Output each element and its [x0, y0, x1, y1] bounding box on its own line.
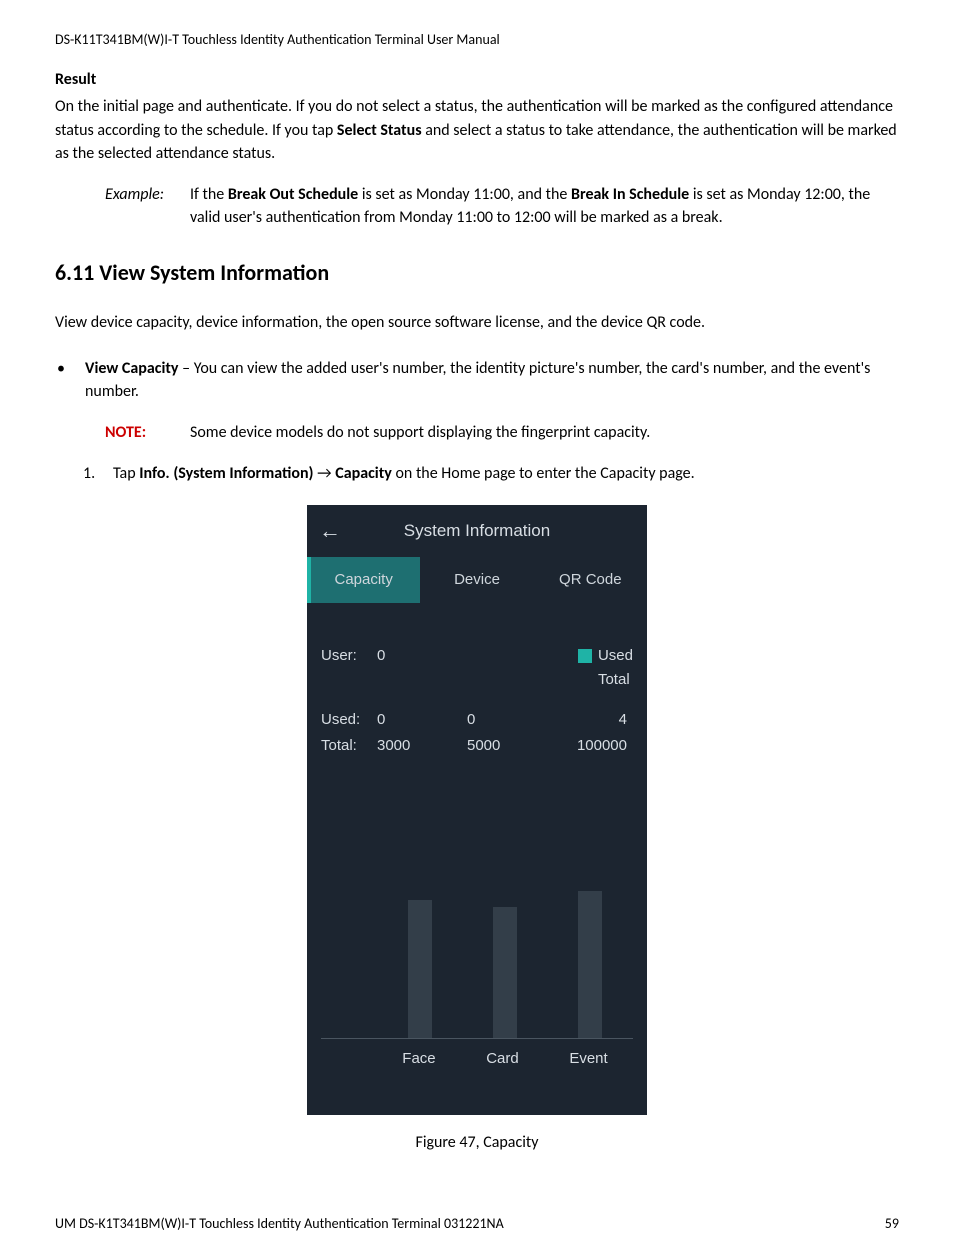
note-label: NOTE:	[105, 421, 190, 444]
device-screenshot: ← System Information Capacity Device QR …	[307, 505, 647, 1115]
note-text: Some device models do not support displa…	[190, 421, 899, 444]
device-body: User: 0 Used Total Used: 0 0 4 Total: 30…	[307, 603, 647, 756]
break-in-bold: Break In Schedule	[571, 185, 689, 204]
used-label: Used:	[321, 709, 377, 731]
user-row: User: 0 Used Total	[321, 645, 633, 691]
info-bold: Info. (System Information)	[139, 464, 313, 483]
total-row: Total: 3000 5000 100000	[321, 735, 633, 757]
arrow: →	[314, 464, 336, 483]
legend-total-label: Total	[598, 669, 630, 691]
text: is set as Monday 11:00, and the	[358, 185, 571, 204]
result-heading: Result	[55, 68, 899, 91]
page-footer: UM DS-K1T341BM(W)I-T Touchless Identity …	[55, 1214, 899, 1234]
example-block: Example: If the Break Out Schedule is se…	[105, 183, 899, 229]
tab-device[interactable]: Device	[420, 557, 533, 603]
select-status-bold: Select Status	[337, 121, 422, 140]
tab-qrcode[interactable]: QR Code	[534, 557, 647, 603]
chart-axis: Face Card Event	[321, 1048, 633, 1070]
footer-left: UM DS-K1T341BM(W)I-T Touchless Identity …	[55, 1214, 504, 1234]
legend: Used Total	[578, 645, 633, 691]
break-out-bold: Break Out Schedule	[228, 185, 358, 204]
legend-used: Used	[578, 645, 633, 667]
step-item: 1. Tap Info. (System Information) → Capa…	[83, 462, 899, 485]
chart-bars	[377, 865, 633, 1038]
legend-total: Total	[578, 669, 633, 691]
tab-capacity[interactable]: Capacity	[307, 557, 420, 603]
bullet-marker: •	[55, 357, 85, 403]
device-header: ← System Information	[307, 505, 647, 557]
page-header: DS-K11T341BM(W)I-T Touchless Identity Au…	[55, 30, 899, 50]
total-event: 100000	[551, 735, 633, 757]
view-capacity-bold: View Capacity	[85, 359, 179, 378]
figure: ← System Information Capacity Device QR …	[55, 505, 899, 1115]
example-text: If the Break Out Schedule is set as Mond…	[190, 183, 899, 229]
bar-card	[493, 907, 517, 1038]
total-face: 3000	[377, 735, 467, 757]
result-paragraph: On the initial page and authenticate. If…	[55, 95, 899, 165]
section-heading: 6.11 View System Information	[55, 257, 899, 289]
text: – You can view the added user's number, …	[85, 359, 870, 401]
used-row: Used: 0 0 4	[321, 709, 633, 731]
bullet-item: • View Capacity – You can view the added…	[55, 357, 899, 403]
total-card: 5000	[467, 735, 551, 757]
total-label: Total:	[321, 735, 377, 757]
section-intro: View device capacity, device information…	[55, 311, 899, 334]
used-event: 4	[551, 709, 633, 731]
legend-used-icon	[578, 649, 592, 663]
example-label: Example:	[105, 183, 190, 229]
legend-used-label: Used	[598, 645, 633, 667]
text: Tap	[113, 464, 139, 483]
step-text: Tap Info. (System Information) → Capacit…	[113, 462, 899, 485]
axis-card: Card	[486, 1048, 519, 1070]
user-value: 0	[377, 645, 421, 667]
bullet-text: View Capacity – You can view the added u…	[85, 357, 899, 403]
axis-face: Face	[402, 1048, 435, 1070]
user-label: User:	[321, 645, 377, 667]
bar-face	[408, 900, 432, 1038]
axis-event: Event	[569, 1048, 607, 1070]
chart-area	[321, 865, 633, 1039]
back-icon[interactable]: ←	[307, 515, 353, 547]
used-face: 0	[377, 709, 467, 731]
text: If the	[190, 185, 228, 204]
text: on the Home page to enter the Capacity p…	[392, 464, 695, 483]
used-card: 0	[467, 709, 551, 731]
device-tabs: Capacity Device QR Code	[307, 557, 647, 603]
bar-event	[578, 891, 602, 1038]
capacity-bold: Capacity	[335, 464, 392, 483]
footer-page-number: 59	[885, 1214, 899, 1234]
device-title: System Information	[353, 519, 647, 544]
figure-caption: Figure 47, Capacity	[55, 1131, 899, 1154]
note-block: NOTE: Some device models do not support …	[105, 421, 899, 444]
step-number: 1.	[83, 462, 113, 485]
